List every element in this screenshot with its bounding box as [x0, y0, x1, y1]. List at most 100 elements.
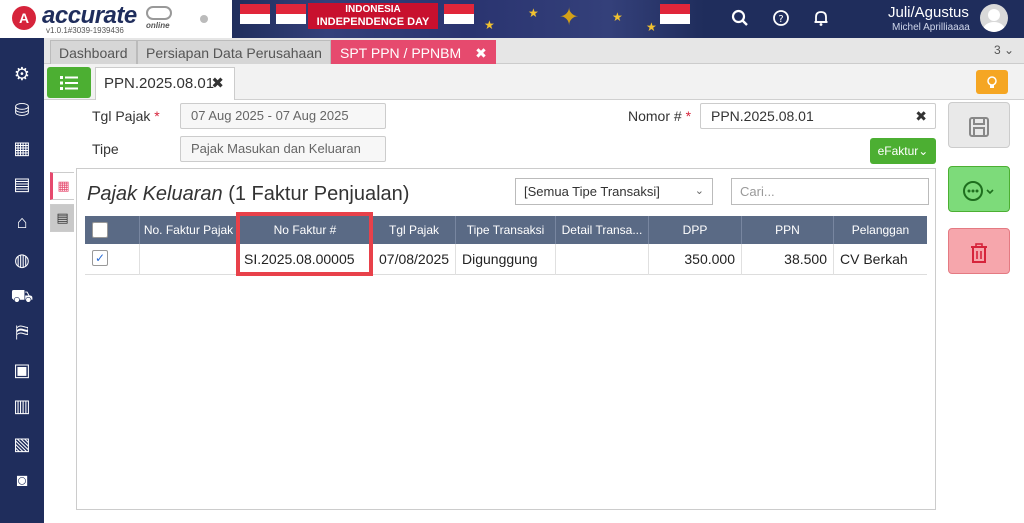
- tab-label: SPT PPN / PPNBM: [340, 45, 462, 61]
- flag-icon: [660, 4, 690, 24]
- logo[interactable]: A accurate online v1.0.1#3039-1939436: [0, 0, 232, 38]
- nomor-field[interactable]: PPN.2025.08.01 ✖: [700, 103, 936, 129]
- warehouse-icon[interactable]: ▥: [10, 394, 34, 418]
- tab-label: Persiapan Data Perusahaan: [146, 45, 322, 61]
- nomor-label: Nomor # *: [628, 108, 691, 124]
- tips-button[interactable]: [976, 70, 1008, 94]
- nomor-value: PPN.2025.08.01: [711, 108, 814, 124]
- avatar[interactable]: [980, 4, 1008, 32]
- doc-tab-label: PPN.2025.08.01: [104, 75, 215, 92]
- close-icon[interactable]: ✖: [475, 45, 487, 61]
- more-actions-button[interactable]: [948, 166, 1010, 212]
- logo-sub: online: [146, 21, 170, 30]
- row-select-cell: ✓: [85, 244, 140, 275]
- select-all-checkbox[interactable]: [92, 222, 108, 238]
- cell-tgl-pajak: 07/08/2025: [373, 244, 456, 275]
- tab-persiapan-data[interactable]: Persiapan Data Perusahaan: [137, 40, 331, 64]
- select-value: [Semua Tipe Transaksi]: [524, 184, 660, 199]
- clear-icon[interactable]: ✖: [915, 104, 927, 128]
- panel-title: Pajak Keluaran (1 Faktur Penjualan): [87, 183, 409, 206]
- header-pelanggan[interactable]: Pelanggan: [834, 216, 927, 244]
- tab-spt-ppn[interactable]: SPT PPN / PPNBM ✖: [331, 40, 496, 64]
- header-detail-transaksi[interactable]: Detail Transa...: [556, 216, 649, 244]
- delete-button[interactable]: [948, 228, 1010, 274]
- flag-icon: [444, 4, 474, 24]
- tipe-field[interactable]: Pajak Masukan dan Keluaran: [180, 136, 386, 162]
- main-tab-bar: Dashboard Persiapan Data Perusahaan SPT …: [44, 38, 1024, 64]
- header-ppn[interactable]: PPN: [742, 216, 834, 244]
- header-tgl-pajak[interactable]: Tgl Pajak: [373, 216, 456, 244]
- lightbulb-icon: [987, 75, 997, 88]
- star-icon: ★: [484, 18, 495, 32]
- document-tab-bar: PPN.2025.08.01 ✖: [44, 64, 1024, 100]
- required-mark: *: [685, 108, 692, 124]
- header-no-faktur-pajak[interactable]: No. Faktur Pajak: [140, 216, 238, 244]
- label-text: Tgl Pajak: [92, 108, 151, 124]
- list-view-button[interactable]: [47, 67, 91, 98]
- tab-dashboard[interactable]: Dashboard: [50, 40, 137, 64]
- panel-title-main: Pajak Keluaran: [87, 183, 223, 205]
- cart-icon[interactable]: ⛟: [10, 284, 34, 308]
- save-button[interactable]: [948, 102, 1010, 148]
- tgl-pajak-label: Tgl Pajak *: [92, 108, 160, 124]
- main-content: Tgl Pajak * 07 Aug 2025 - 07 Aug 2025 Ti…: [44, 100, 1024, 523]
- svg-text:?: ?: [778, 14, 783, 25]
- search-icon[interactable]: [730, 9, 750, 29]
- header-tipe-transaksi[interactable]: Tipe Transaksi: [456, 216, 556, 244]
- version-text: v1.0.1#3039-1939436: [46, 26, 124, 35]
- book-icon[interactable]: ▤: [10, 172, 34, 196]
- search-input[interactable]: Cari...: [731, 178, 929, 205]
- side-tab-pajak-masukan[interactable]: ▤: [50, 204, 74, 232]
- star-icon: ★: [612, 10, 623, 24]
- label-text: Nomor #: [628, 108, 682, 124]
- flag-icon: [276, 4, 306, 24]
- more-icon: [963, 180, 994, 201]
- gear-icon[interactable]: ⚙: [10, 62, 34, 86]
- tab-count[interactable]: 3 ⌄: [994, 43, 1014, 57]
- inventory-icon[interactable]: ▣: [10, 358, 34, 382]
- report-icon[interactable]: ◙: [10, 468, 34, 492]
- cell-no-faktur-pajak: [140, 244, 238, 275]
- doc-tab-ppn[interactable]: PPN.2025.08.01 ✖: [95, 67, 235, 100]
- tipe-label: Tipe: [92, 141, 119, 157]
- header-select-all: [85, 216, 140, 244]
- table-row[interactable]: ✓ SI.2025.08.00005 07/08/2025 Digunggung…: [85, 244, 927, 275]
- star-icon: ★: [646, 20, 657, 34]
- required-mark: *: [154, 108, 160, 124]
- efaktur-button[interactable]: eFaktur⌄: [870, 138, 936, 164]
- table-header: No. Faktur Pajak No Faktur # Tgl Pajak T…: [85, 216, 927, 244]
- side-tab-pajak-keluaran[interactable]: ▦: [50, 172, 74, 200]
- side-nav: ⚙ ⛁ ▦ ▤ ⌂ ◍ ⛟ ⛿ ▣ ▥ ▧ ◙: [0, 38, 44, 523]
- cell-ppn: 38.500: [742, 244, 834, 275]
- banner-title: INDONESIA INDEPENDENCE DAY: [308, 3, 438, 29]
- close-icon[interactable]: ✖: [211, 68, 224, 100]
- purchase-icon[interactable]: ⛿: [10, 320, 34, 344]
- money-bag-icon[interactable]: ◍: [10, 248, 34, 272]
- star-icon: ★: [528, 6, 539, 20]
- bank-icon[interactable]: ⌂: [10, 210, 34, 234]
- bell-icon[interactable]: [811, 9, 831, 29]
- independence-banner: INDONESIA INDEPENDENCE DAY ★ ★ ✦ ★ ★: [232, 0, 704, 38]
- header-dpp[interactable]: DPP: [649, 216, 742, 244]
- panel-title-count: (1 Faktur Penjualan): [222, 183, 410, 205]
- row-checkbox[interactable]: ✓: [92, 250, 108, 266]
- user-period[interactable]: Juli/Agustus: [888, 4, 969, 21]
- cell-detail-transaksi: [556, 244, 649, 275]
- flag-icon: [240, 4, 270, 24]
- transaction-type-select[interactable]: [Semua Tipe Transaksi] ⌄: [515, 178, 713, 205]
- cell-dpp: 350.000: [649, 244, 742, 275]
- logo-mark-icon: A: [12, 6, 36, 30]
- tax-icon[interactable]: ▧: [10, 432, 34, 456]
- inbox-icon[interactable]: ⛁: [10, 98, 34, 122]
- garuda-icon: ✦: [558, 4, 580, 31]
- cell-pelanggan: CV Berkah: [840, 251, 908, 267]
- building-icon[interactable]: ▦: [10, 136, 34, 160]
- cell-tipe-transaksi: Digunggung: [456, 244, 556, 275]
- trash-icon: [971, 242, 987, 263]
- help-icon[interactable]: ?: [771, 9, 791, 29]
- pajak-panel: Pajak Keluaran (1 Faktur Penjualan) [Sem…: [76, 168, 936, 510]
- cloud-icon: [146, 6, 172, 20]
- tab-label: Dashboard: [59, 45, 128, 61]
- tgl-pajak-field[interactable]: 07 Aug 2025 - 07 Aug 2025: [180, 103, 386, 129]
- status-dot-icon: [200, 15, 208, 23]
